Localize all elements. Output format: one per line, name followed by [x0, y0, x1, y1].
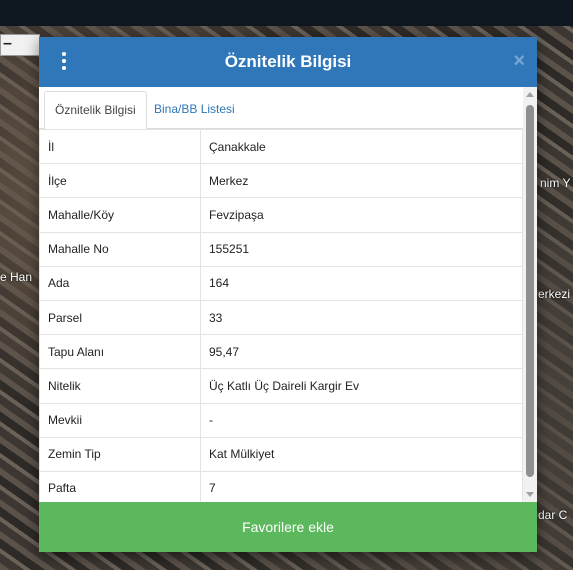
attribute-value: Merkez [200, 163, 523, 199]
attribute-table: İl Çanakkale İlçe Merkez Mahalle/Köy Fevzip… [39, 128, 523, 502]
map-label: e Han [0, 270, 33, 284]
dialog-header: Öznitelik Bilgisi × [39, 37, 537, 87]
table-row: Mevkii - [39, 402, 523, 438]
table-row: İlçe Merkez [39, 163, 523, 199]
dialog-title: Öznitelik Bilgisi [224, 52, 352, 71]
scroll-down-icon[interactable] [526, 492, 534, 497]
close-icon[interactable]: × [513, 51, 525, 71]
dialog-content: Öznitelik Bilgisi Bina/BB Listesi İl Çana… [39, 87, 537, 502]
table-row: Nitelik Üç Katlı Üç Daireli Kargir Ev [39, 368, 523, 404]
vertical-scrollbar[interactable] [523, 87, 537, 502]
attribute-value: Kat Mülkiyet [200, 436, 523, 472]
attribute-key: Mahalle/Köy [39, 197, 201, 233]
attribute-value: Çanakkale [200, 128, 523, 165]
map-label: dar C [538, 508, 568, 522]
attribute-value: 164 [200, 265, 523, 301]
map-label: nim Y [540, 176, 571, 190]
table-row: Mahalle No 155251 [39, 231, 523, 267]
zoom-out-icon[interactable]: – [3, 35, 12, 53]
attribute-value: - [200, 402, 523, 438]
attribute-key: Mevkii [39, 402, 201, 438]
scroll-thumb[interactable] [526, 105, 534, 477]
table-row: Tapu Alanı 95,47 [39, 334, 523, 370]
table-row: Parsel 33 [39, 299, 523, 336]
attribute-key: Parsel [39, 299, 201, 336]
tab-attribute-info[interactable]: Öznitelik Bilgisi [44, 91, 147, 130]
attribute-value: 33 [200, 299, 523, 336]
table-row: Pafta 7 [39, 470, 523, 502]
table-row: Mahalle/Köy Fevzipaşa [39, 197, 523, 233]
attribute-value: 95,47 [200, 334, 523, 370]
attribute-value: Fevzipaşa [200, 197, 523, 233]
attribute-value: 7 [200, 470, 523, 502]
attribute-key: Zemin Tip [39, 436, 201, 472]
attribute-key: İl [39, 128, 201, 165]
map-label: erkezi [538, 287, 571, 301]
attribute-key: Pafta [39, 470, 201, 502]
scroll-up-icon[interactable] [526, 92, 534, 97]
table-row: Zemin Tip Kat Mülkiyet [39, 436, 523, 472]
add-to-favorites-button[interactable]: Favorilere ekle [39, 502, 537, 552]
attribute-key: Nitelik [39, 368, 201, 404]
table-row: İl Çanakkale [39, 128, 523, 165]
top-bar [0, 0, 573, 26]
tab-building-list[interactable]: Bina/BB Listesi [144, 91, 245, 129]
attribute-key: İlçe [39, 163, 201, 199]
attribute-key: Mahalle No [39, 231, 201, 267]
attribute-value: 155251 [200, 231, 523, 267]
attribute-value: Üç Katlı Üç Daireli Kargir Ev [200, 368, 523, 404]
attribute-dialog: Öznitelik Bilgisi × Öznitelik Bilgisi Bi… [39, 37, 537, 552]
map-toolbar[interactable]: – [0, 34, 40, 56]
attribute-key: Tapu Alanı [39, 334, 201, 370]
table-row: Ada 164 [39, 265, 523, 301]
attribute-key: Ada [39, 265, 201, 301]
tab-bar: Öznitelik Bilgisi Bina/BB Listesi [39, 87, 523, 130]
